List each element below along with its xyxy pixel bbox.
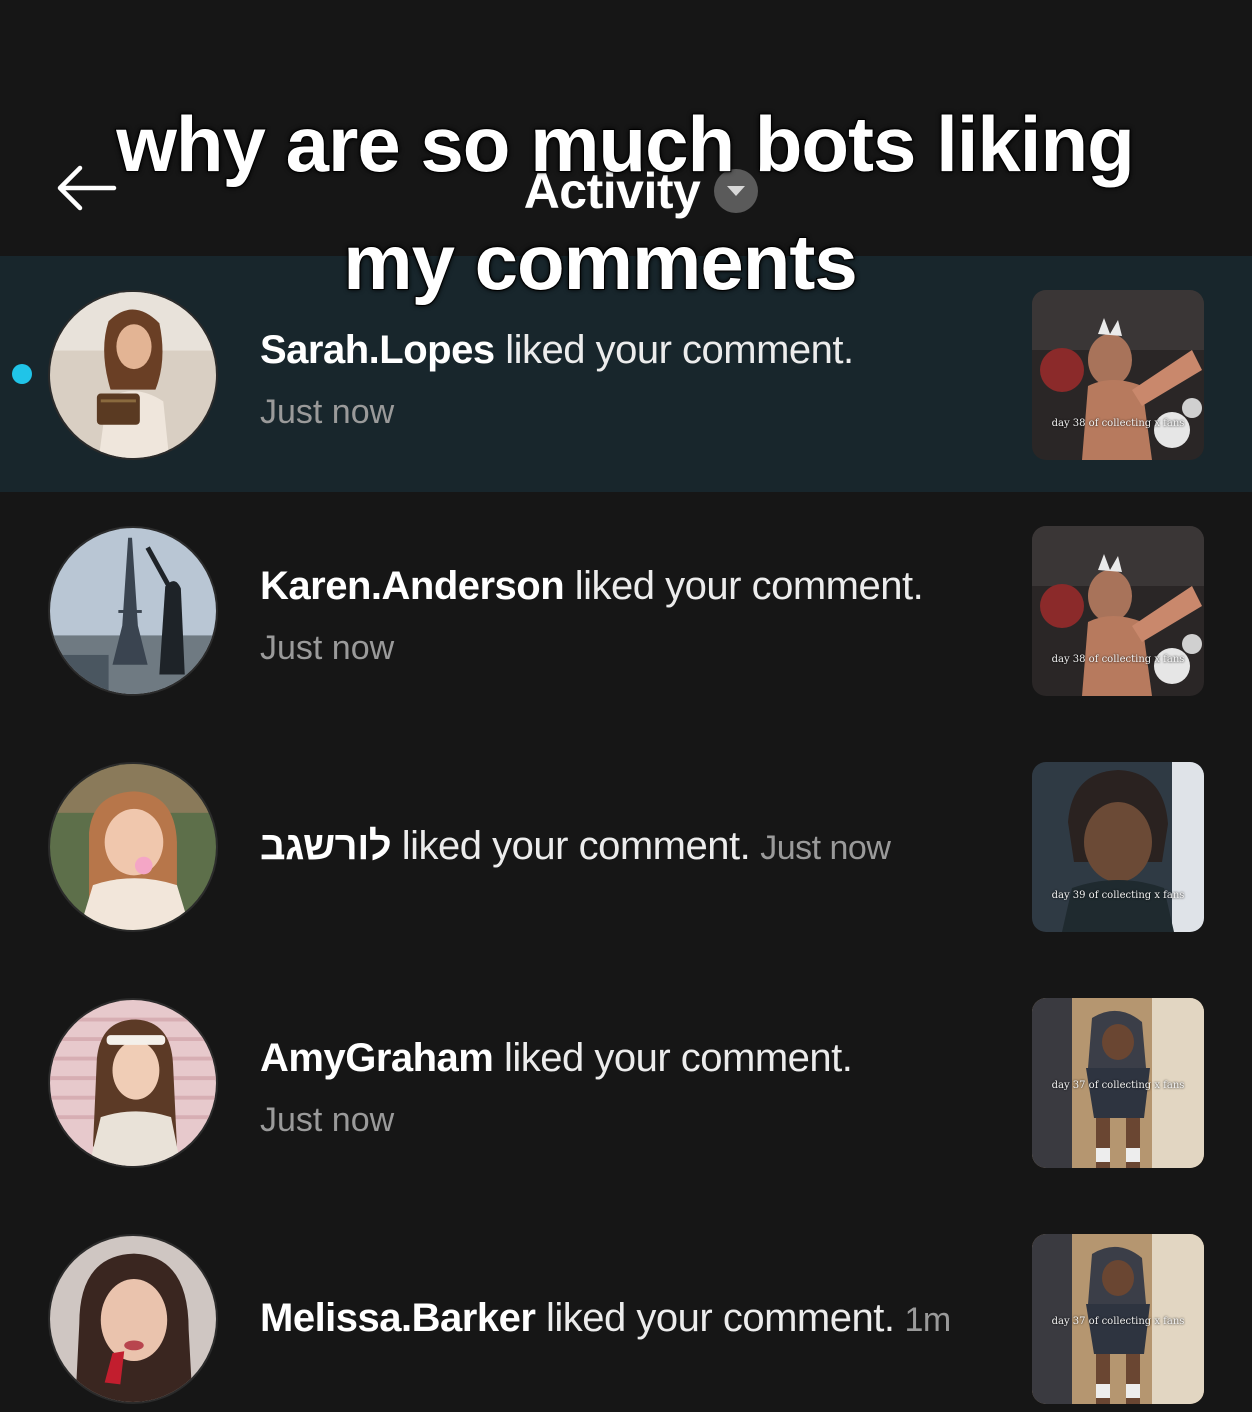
username-link[interactable]: Melissa.Barker — [260, 1296, 536, 1340]
avatar[interactable] — [48, 526, 218, 696]
notification-message: AmyGraham liked your comment. — [260, 1032, 952, 1084]
username-link[interactable]: Sarah.Lopes — [260, 328, 495, 372]
comment-video-thumbnail[interactable]: day 38 of collecting x fans — [1032, 526, 1204, 696]
notification-text: Sarah.Lopes liked your comment. Just now — [260, 324, 952, 434]
avatar[interactable] — [48, 762, 218, 932]
notification-message: Karen.Anderson liked your comment. — [260, 560, 952, 612]
thumbnail-caption: day 37 of collecting x fans — [1051, 1316, 1185, 1327]
username-link[interactable]: Karen.Anderson — [260, 564, 565, 608]
notification-list: Sarah.Lopes liked your comment. Just now… — [0, 256, 1252, 1412]
avatar[interactable] — [48, 1234, 218, 1404]
notification-text: לורשגב liked your comment. Just now — [260, 728, 952, 964]
notification-row[interactable]: Karen.Anderson liked your comment. Just … — [0, 492, 1252, 728]
comment-video-thumbnail[interactable]: day 37 of collecting x fans — [1032, 998, 1204, 1168]
title-group: Activity — [0, 162, 1252, 220]
unread-dot-icon — [12, 364, 32, 384]
notification-text: Karen.Anderson liked your comment. Just … — [260, 560, 952, 670]
avatar[interactable] — [48, 998, 218, 1168]
notification-message: לורשגב liked your comment. Just now — [260, 820, 891, 872]
action-text: liked your comment. — [535, 1296, 895, 1340]
action-text: liked your comment. — [564, 564, 924, 608]
notification-text: Melissa.Barker liked your comment. 1m — [260, 1200, 952, 1412]
timestamp: Just now — [260, 629, 395, 667]
notification-message: Sarah.Lopes liked your comment. — [260, 324, 952, 376]
action-text: liked your comment. — [493, 1036, 853, 1080]
notification-row[interactable]: Sarah.Lopes liked your comment. Just now… — [0, 256, 1252, 492]
notification-message: Melissa.Barker liked your comment. 1m — [260, 1292, 951, 1344]
notification-text: AmyGraham liked your comment. Just now — [260, 1032, 952, 1142]
comment-video-thumbnail[interactable]: day 39 of collecting x fans — [1032, 762, 1204, 932]
thumbnail-caption: day 37 of collecting x fans — [1051, 1080, 1185, 1091]
timestamp: Just now — [760, 829, 891, 867]
comment-video-thumbnail[interactable]: day 37 of collecting x fans — [1032, 1234, 1204, 1404]
username-link[interactable]: AmyGraham — [260, 1036, 494, 1080]
timestamp: 1m — [904, 1301, 951, 1339]
thumbnail-caption: day 38 of collecting x fans — [1051, 654, 1185, 665]
chevron-down-icon — [727, 186, 746, 196]
page-title: Activity — [523, 163, 701, 219]
action-text: liked your comment. — [391, 824, 751, 868]
action-text: liked your comment. — [494, 328, 854, 372]
username-link[interactable]: לורשגב — [260, 824, 392, 868]
notification-row[interactable]: AmyGraham liked your comment. Just now d… — [0, 964, 1252, 1200]
header: Activity — [0, 0, 1252, 256]
thumbnail-caption: day 38 of collecting x fans — [1051, 418, 1185, 429]
thumbnail-caption: day 39 of collecting x fans — [1051, 890, 1185, 901]
notification-row[interactable]: Melissa.Barker liked your comment. 1m day… — [0, 1200, 1252, 1412]
avatar[interactable] — [48, 290, 218, 460]
timestamp: Just now — [260, 393, 395, 431]
activity-dropdown-button[interactable] — [714, 169, 759, 213]
notification-row[interactable]: לורשגב liked your comment. Just now day 3… — [0, 728, 1252, 964]
comment-video-thumbnail[interactable]: day 38 of collecting x fans — [1032, 290, 1204, 460]
timestamp: Just now — [260, 1101, 395, 1139]
